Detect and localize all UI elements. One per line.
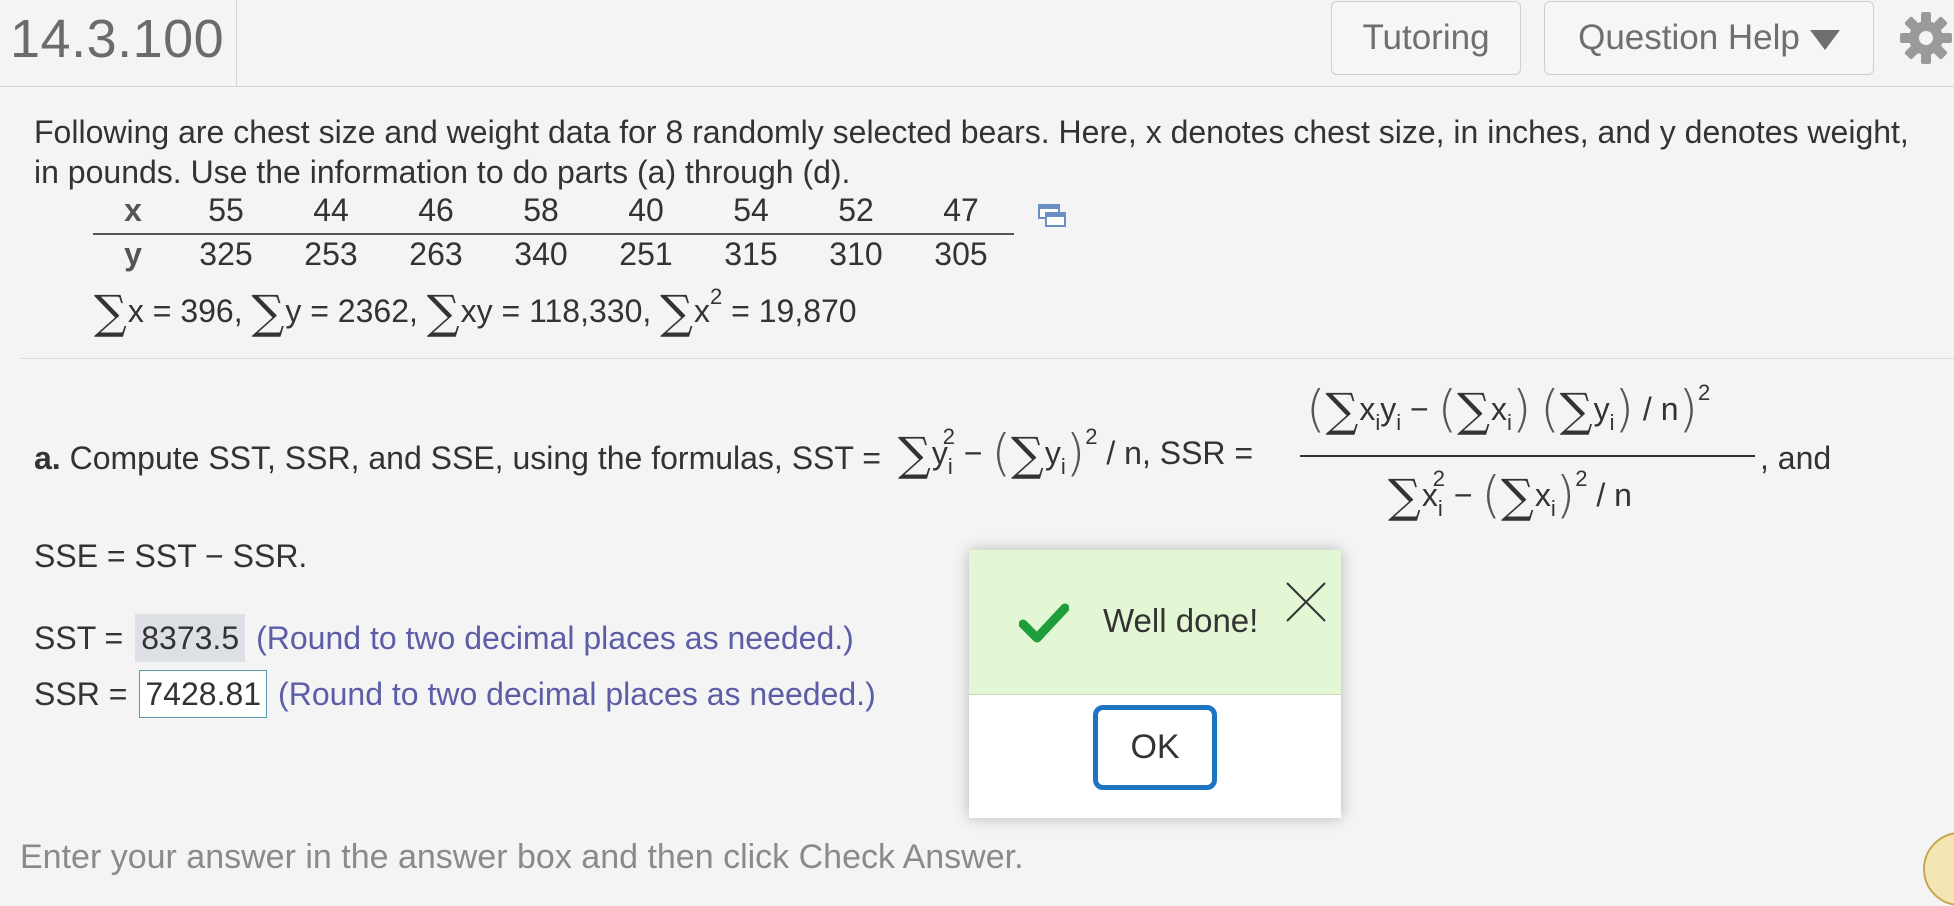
help-circle-icon[interactable] [1923,832,1954,906]
table-cell: 263 [409,236,463,272]
checkmark-icon [1019,603,1069,643]
table-cell: 251 [619,236,673,272]
ssr-intro: / n, SSR = [1106,435,1254,471]
ssr-denominator: ∑xi2 − (∑xi)2 / n [1388,466,1632,524]
and-text: , and [1760,440,1832,476]
sigma-symbol: ∑ [426,285,460,339]
table-row-x: x 55 44 46 58 40 54 52 47 [93,192,1013,232]
ssr-answer-field[interactable]: 7428.81 [139,670,268,718]
table-cell: 325 [199,236,253,272]
round-hint: (Round to two decimal places as needed.) [256,619,854,656]
feedback-dialog: Well done! OK [969,550,1341,818]
table-cell: 310 [829,236,883,272]
chevron-down-icon [1809,30,1840,50]
sst-formula: ∑yi2 − (∑yi)2 / n, SSR = [898,424,1254,482]
footer-instruction: Enter your answer in the answer box and … [20,838,1024,876]
ssr-label: SSR = [34,675,128,712]
table-cell: 44 [313,192,349,228]
table-cell: 253 [304,236,358,272]
part-a-text: a. Compute SST, SSR, and SSE, using the … [34,440,881,477]
sum-y: y = 2362, [285,293,418,329]
table-header-x: x [124,192,142,228]
table-cell: 58 [523,192,559,228]
sum-x2-base: x [694,293,710,329]
ssr-numerator: (∑xiyi − (∑xi) (∑yi) / n)2 [1306,380,1711,438]
sum-xy: xy = 118,330, [460,293,652,329]
table-cell: 46 [418,192,454,228]
popout-window-icon[interactable] [1038,204,1066,228]
gear-icon[interactable] [1898,8,1954,68]
sum-x: x = 396, [127,293,243,329]
sst-answer-field[interactable]: 8373.5 [135,614,246,662]
fraction-bar [1300,455,1755,457]
dialog-message: Well done! [1103,602,1259,639]
table-cell: 315 [724,236,778,272]
table-cell: 55 [208,192,244,228]
table-cell: 52 [838,192,874,228]
sigma-symbol: ∑ [94,285,127,339]
round-hint: (Round to two decimal places as needed.) [278,675,876,712]
divider [236,0,237,86]
question-help-button[interactable]: Question Help [1544,1,1874,75]
table-divider [93,233,1014,235]
close-icon[interactable] [1284,580,1328,624]
sigma-symbol: ∑ [251,285,285,339]
sst-answer-row: SST = 8373.5 (Round to two decimal place… [34,614,854,662]
section-divider [20,358,1954,359]
table-cell: 340 [514,236,568,272]
sums-line: ∑x = 396, ∑y = 2362, ∑xy = 118,330, ∑x2 … [94,284,857,339]
table-header-y: y [124,236,142,272]
question-help-label: Question Help [1578,18,1800,57]
table-cell: 305 [934,236,988,272]
tutoring-button[interactable]: Tutoring [1331,1,1521,75]
problem-prompt: Following are chest size and weight data… [34,114,1909,190]
dialog-header: Well done! [969,550,1341,695]
top-bar: 14.3.100 Tutoring Question Help [0,0,1954,87]
ok-button[interactable]: OK [1093,705,1217,790]
table-cell: 47 [943,192,979,228]
part-a-instruction: Compute SST, SSR, and SSE, using the for… [69,440,881,476]
ssr-answer-row: SSR = 7428.81 (Round to two decimal plac… [34,670,876,718]
sigma-symbol: ∑ [660,285,693,339]
table-row-y: y 325 253 263 340 251 315 310 305 [93,236,1013,276]
part-a-label: a. [34,440,61,476]
sum-x2-exponent: 2 [710,284,723,309]
sse-formula: SSE = SST − SSR. [34,538,308,574]
sst-label: SST = [34,619,124,656]
sum-x2-value: = 19,870 [722,293,857,329]
table-cell: 54 [733,192,769,228]
table-cell: 40 [628,192,664,228]
question-number: 14.3.100 [10,9,225,69]
